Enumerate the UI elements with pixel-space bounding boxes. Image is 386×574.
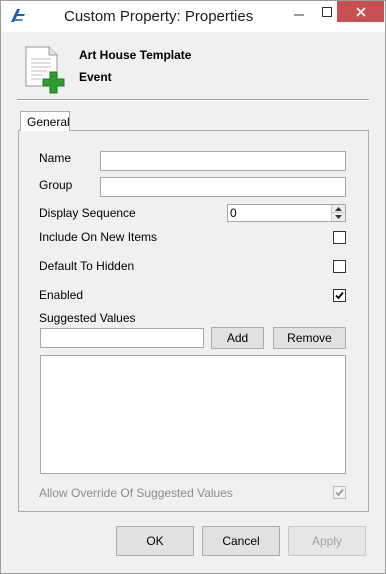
group-input[interactable] (100, 177, 346, 197)
enabled-checkbox[interactable] (333, 289, 346, 302)
close-button[interactable] (337, 1, 384, 22)
include-new-items-checkbox[interactable] (333, 231, 346, 244)
name-input[interactable] (100, 151, 346, 171)
enabled-label: Enabled (39, 288, 84, 302)
display-sequence-stepper[interactable]: 0 (227, 204, 346, 222)
document-add-icon (23, 44, 69, 94)
spin-up-button[interactable] (332, 205, 345, 213)
close-icon (355, 6, 366, 17)
minimize-button[interactable] (285, 1, 312, 22)
default-hidden-label: Default To Hidden (39, 259, 135, 273)
maximize-button[interactable] (313, 1, 340, 22)
minimize-icon (293, 14, 304, 15)
suggested-values-list[interactable] (40, 355, 346, 474)
window-title: Custom Property: Properties (64, 8, 254, 25)
checkmark-icon (335, 488, 344, 497)
checkmark-icon (335, 291, 344, 300)
arrow-up-icon (335, 206, 342, 211)
maximize-icon (321, 6, 332, 17)
apply-button[interactable]: Apply (288, 526, 366, 556)
allow-override-label: Allow Override Of Suggested Values (39, 486, 233, 500)
arrow-down-icon (335, 215, 342, 219)
display-sequence-label: Display Sequence (39, 206, 136, 220)
add-button[interactable]: Add (211, 327, 264, 349)
header-subtitle: Event (79, 70, 112, 84)
remove-button[interactable]: Remove (273, 327, 346, 349)
app-logo-icon (9, 7, 27, 25)
default-hidden-checkbox[interactable] (333, 260, 346, 273)
spin-buttons (331, 205, 345, 221)
spin-down-button[interactable] (332, 213, 345, 221)
title-bar[interactable]: Custom Property: Properties (1, 1, 385, 32)
name-label: Name (39, 151, 72, 165)
display-sequence-value[interactable]: 0 (230, 206, 237, 220)
suggested-values-label: Suggested Values (39, 311, 136, 325)
cancel-button[interactable]: Cancel (202, 526, 280, 556)
header-title: Art House Template (79, 48, 192, 62)
header-area: Art House Template Event (1, 32, 385, 99)
ok-button[interactable]: OK (116, 526, 194, 556)
suggested-value-input[interactable] (40, 328, 204, 348)
header-separator (17, 99, 369, 101)
group-label: Group (39, 178, 73, 192)
include-new-items-label: Include On New Items (39, 230, 158, 244)
allow-override-checkbox[interactable] (333, 486, 346, 499)
tab-general[interactable]: General (20, 111, 70, 131)
dialog-window: Custom Property: Properties Art House Te… (0, 0, 386, 574)
